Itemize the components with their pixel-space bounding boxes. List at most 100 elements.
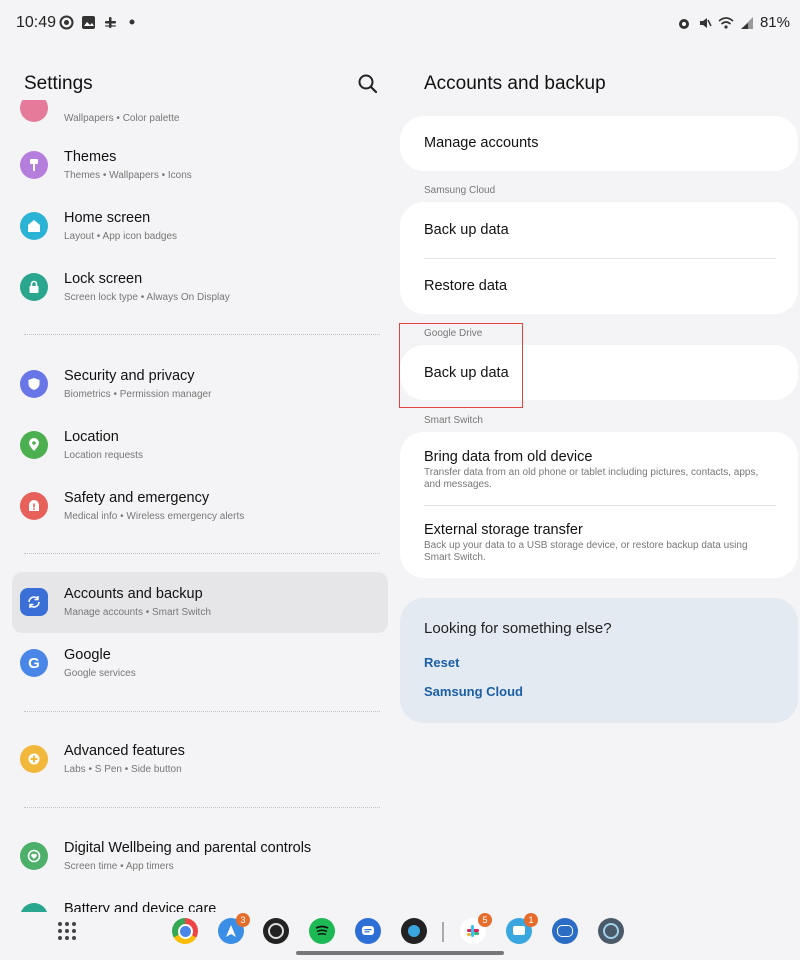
alarm-icon — [676, 15, 692, 31]
sidebar-item-battery[interactable]: Battery and device care — [12, 887, 388, 912]
samsung-cloud-link[interactable]: Samsung Cloud — [424, 684, 523, 699]
sidebar-item-label: Google — [64, 647, 111, 663]
sidebar-item-sub: Layout • App icon badges — [64, 231, 178, 242]
dock-divider — [442, 922, 444, 942]
external-storage-row[interactable]: External storage transfer Back up your d… — [400, 506, 798, 578]
home-icon — [20, 212, 48, 240]
sidebar-item-label: Battery and device care — [64, 901, 217, 912]
spotify-icon[interactable] — [309, 918, 335, 944]
external-storage-desc: Back up your data to a USB storage devic… — [424, 540, 748, 563]
sidebar-item-sub: Screen time • App timers — [64, 861, 174, 872]
search-button[interactable] — [356, 72, 380, 96]
sidebar-item-label: Safety and emergency — [64, 490, 210, 506]
lock-icon — [20, 273, 48, 301]
app-drawer-icon[interactable] — [58, 922, 76, 940]
sidebar-item-sub: Themes • Wallpapers • Icons — [64, 170, 192, 181]
wifi-icon — [718, 15, 734, 31]
chrome-icon[interactable] — [172, 918, 198, 944]
record-icon — [58, 14, 74, 30]
restore-data-label: Restore data — [424, 278, 508, 294]
help-question: Looking for something else? — [424, 620, 612, 637]
sidebar-item-label: Advanced features — [64, 743, 185, 759]
sidebar-item-label: Accounts and backup — [64, 586, 203, 602]
sidebar-item-label: Location — [64, 429, 119, 445]
sidebar-item-home-screen[interactable]: Home screen Layout • App icon badges — [12, 196, 388, 257]
section-header-smart-switch: Smart Switch — [424, 415, 483, 426]
sidebar-item-sub: Biometrics • Permission manager — [64, 389, 212, 400]
section-header-samsung-cloud: Samsung Cloud — [424, 185, 496, 196]
sidebar-item-sub: Screen lock type • Always On Display — [64, 292, 230, 303]
taskbar: 3 5 1 — [0, 912, 800, 960]
divider — [24, 334, 380, 335]
gesture-bar[interactable] — [296, 951, 504, 955]
heart-icon — [20, 842, 48, 870]
divider — [24, 553, 380, 554]
sidebar-item-label: Home screen — [64, 210, 151, 226]
google-icon: G — [20, 649, 48, 677]
one-ui-app-icon[interactable] — [552, 918, 578, 944]
sidebar-item-advanced[interactable]: Advanced features Labs • S Pen • Side bu… — [12, 729, 388, 790]
sidebar-item-label: Security and privacy — [64, 368, 195, 384]
status-bar: 10:49 81% — [0, 0, 800, 46]
sidebar-item-label: Digital Wellbeing and parental controls — [64, 840, 312, 856]
sidebar-item-accounts-backup[interactable]: Accounts and backup Manage accounts • Sm… — [12, 572, 388, 633]
sidebar-item-wellbeing[interactable]: Digital Wellbeing and parental controls … — [12, 826, 388, 887]
sidebar-item-sub: Google services — [64, 668, 136, 679]
sync-icon — [20, 588, 48, 616]
notification-badge: 1 — [524, 913, 538, 927]
sidebar-item-sub: Location requests — [64, 450, 143, 461]
detail-title: Accounts and backup — [424, 73, 606, 94]
sidebar-item-security[interactable]: Security and privacy Biometrics • Permis… — [12, 354, 388, 415]
sidebar-item-sub: Manage accounts • Smart Switch — [64, 607, 211, 618]
sidebar-item-google[interactable]: G Google Google services — [12, 633, 388, 694]
utility-app-icon[interactable] — [598, 918, 624, 944]
page-title: Settings — [24, 73, 93, 94]
sidebar-item-wallpapers[interactable]: Wallpapers • Color palette — [12, 100, 388, 139]
bring-data-label: Bring data from old device — [424, 449, 593, 465]
reset-link[interactable]: Reset — [424, 655, 459, 670]
wallpaper-icon — [20, 100, 48, 122]
mute-icon — [697, 15, 713, 31]
manage-accounts-label: Manage accounts — [424, 135, 539, 151]
help-card: Looking for something else? Reset Samsun… — [400, 598, 798, 723]
gallery-icon — [80, 14, 96, 30]
bring-data-row[interactable]: Bring data from old device Transfer data… — [400, 432, 798, 505]
clock: 10:49 — [16, 14, 57, 31]
smart-switch-card: Bring data from old device Transfer data… — [400, 432, 798, 578]
sidebar-item-sub: Wallpapers • Color palette — [64, 113, 180, 124]
shield-icon — [20, 370, 48, 398]
notification-badge: 3 — [236, 913, 250, 927]
battery-percent: 81% — [759, 14, 790, 31]
camera-app-icon[interactable] — [263, 918, 289, 944]
samsung-backup-row[interactable]: Back up data — [400, 202, 798, 258]
samsung-cloud-card: Back up data Restore data — [400, 202, 798, 314]
sidebar-item-safety[interactable]: Safety and emergency Medical info • Wire… — [12, 476, 388, 537]
location-pin-icon — [20, 431, 48, 459]
screen-recorder-icon[interactable] — [401, 918, 427, 944]
messages-icon[interactable] — [355, 918, 381, 944]
notification-badge: 5 — [478, 913, 492, 927]
sidebar-item-label: Themes — [64, 149, 117, 165]
navigation-app-icon[interactable]: 3 — [218, 913, 250, 944]
slack-app-icon[interactable]: 5 — [460, 913, 492, 944]
manage-accounts-card[interactable]: Manage accounts — [400, 116, 798, 171]
messenger-icon[interactable]: 1 — [506, 913, 538, 944]
sidebar-item-themes[interactable]: Themes Themes • Wallpapers • Icons — [12, 135, 388, 196]
sidebar-item-sub: Medical info • Wireless emergency alerts — [64, 511, 245, 522]
sidebar-item-label: Lock screen — [64, 271, 143, 287]
alert-icon — [20, 492, 48, 520]
divider — [24, 807, 380, 808]
restore-data-row[interactable]: Restore data — [400, 259, 798, 314]
samsung-backup-label: Back up data — [424, 222, 509, 238]
external-storage-label: External storage transfer — [424, 522, 583, 538]
settings-list[interactable]: Wallpapers • Color palette Themes Themes… — [0, 100, 400, 912]
sidebar-item-sub: Labs • S Pen • Side button — [64, 764, 182, 775]
divider — [24, 711, 380, 712]
bring-data-desc: Transfer data from an old phone or table… — [424, 467, 759, 490]
signal-icon — [739, 15, 755, 31]
highlight-box — [399, 323, 523, 408]
sidebar-item-lock-screen[interactable]: Lock screen Screen lock type • Always On… — [12, 257, 388, 318]
dot-icon — [124, 14, 140, 30]
sidebar-item-location[interactable]: Location Location requests — [12, 415, 388, 476]
slack-icon — [102, 14, 118, 30]
